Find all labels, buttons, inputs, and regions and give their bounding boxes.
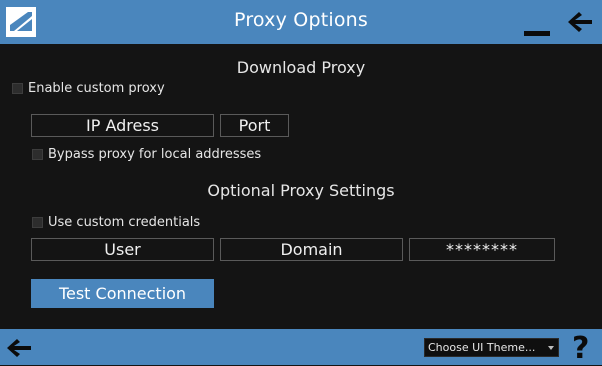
use-custom-credentials-checkbox[interactable]: Use custom credentials (32, 215, 200, 230)
enable-custom-proxy-checkbox[interactable]: Enable custom proxy (12, 81, 165, 96)
footer-back-button[interactable] (6, 338, 32, 358)
test-connection-button[interactable]: Test Connection (31, 279, 214, 308)
checkbox-box[interactable] (32, 217, 43, 228)
ip-address-field[interactable]: IP Adress (31, 114, 214, 137)
back-button[interactable] (566, 9, 594, 35)
port-field[interactable]: Port (220, 114, 289, 137)
chevron-down-icon (548, 346, 554, 350)
use-custom-credentials-label: Use custom credentials (48, 215, 201, 230)
enable-custom-proxy-label: Enable custom proxy (28, 81, 165, 96)
checkbox-box[interactable] (32, 149, 43, 160)
title-bar: Proxy Options (0, 0, 602, 44)
download-proxy-heading: Download Proxy (236, 58, 366, 77)
window-title: Proxy Options (234, 9, 368, 31)
password-field[interactable]: ******** (409, 238, 555, 261)
help-button[interactable]: ? (572, 331, 589, 366)
user-field[interactable]: User (31, 238, 214, 261)
bottom-bar: Choose UI Theme... ? (0, 329, 602, 366)
back-arrow-icon (7, 339, 31, 357)
checkbox-box[interactable] (12, 83, 23, 94)
theme-select-value: Choose UI Theme... (428, 341, 536, 354)
optional-settings-heading: Optional Proxy Settings (207, 181, 395, 200)
theme-select[interactable]: Choose UI Theme... (424, 338, 559, 357)
minimize-button[interactable] (524, 8, 550, 38)
domain-field[interactable]: Domain (220, 238, 403, 261)
bypass-local-checkbox[interactable]: Bypass proxy for local addresses (32, 147, 261, 162)
minimize-icon (524, 31, 550, 36)
back-arrow-icon (568, 12, 592, 32)
bypass-local-label: Bypass proxy for local addresses (48, 147, 262, 162)
